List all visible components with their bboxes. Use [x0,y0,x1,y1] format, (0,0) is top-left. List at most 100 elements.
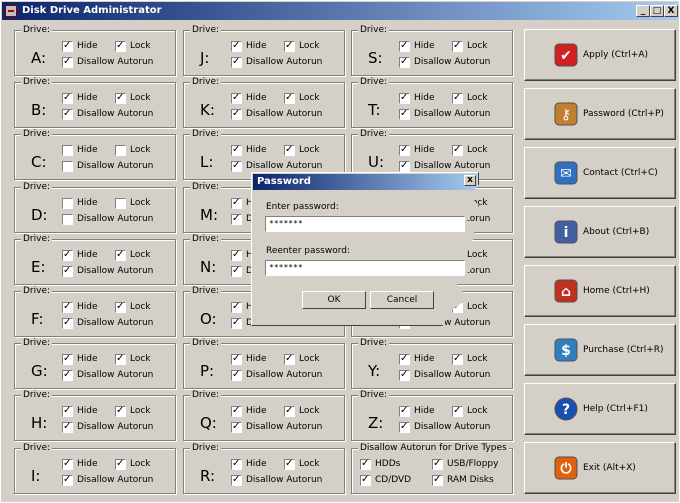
hide-checkbox[interactable] [231,249,242,261]
lock-checkbox[interactable] [284,92,295,104]
hide-label: Hide [77,302,98,312]
disallow-autorun-checkbox[interactable] [231,317,242,329]
drive-type-checkbox[interactable] [360,474,371,486]
cancel-button[interactable]: Cancel [370,291,434,309]
disallow-autorun-checkbox[interactable] [231,265,242,277]
hide-checkbox[interactable] [231,40,242,52]
hide-checkbox[interactable] [231,301,242,313]
reenter-password-input[interactable]: ******* [265,260,465,276]
hide-checkbox[interactable] [62,40,73,52]
lock-checkbox[interactable] [284,405,295,417]
lock-checkbox[interactable] [284,458,295,470]
lock-checkbox[interactable] [115,353,126,365]
disallow-autorun-checkbox[interactable] [399,369,410,381]
hide-checkbox[interactable] [62,92,73,104]
drive-group: Drive: D: Hide Lock Disallow Autorun [14,182,176,233]
hide-checkbox[interactable] [62,198,73,209]
disallow-autorun-checkbox[interactable] [62,108,73,120]
disallow-autorun-checkbox[interactable] [62,265,73,277]
hide-checkbox[interactable] [399,353,410,365]
drive-group: Drive: H: Hide Lock Disallow Autorun [14,390,176,441]
disallow-autorun-checkbox[interactable] [399,160,410,172]
disallow-autorun-checkbox[interactable] [231,160,242,172]
disallow-autorun-checkbox[interactable] [62,161,73,172]
lock-checkbox[interactable] [452,92,463,104]
disallow-autorun-checkbox[interactable] [231,213,242,225]
disallow-autorun-checkbox[interactable] [231,369,242,381]
hide-checkbox[interactable] [399,405,410,417]
drive-letter: P: [200,362,215,380]
about-button[interactable]: i About (Ctrl+B) [524,206,676,258]
hide-checkbox[interactable] [399,40,410,52]
hide-checkbox[interactable] [62,405,73,417]
hide-checkbox[interactable] [231,92,242,104]
hide-checkbox[interactable] [399,92,410,104]
lock-checkbox[interactable] [284,40,295,52]
hide-checkbox[interactable] [231,353,242,365]
hide-checkbox[interactable] [231,197,242,209]
exit-button[interactable]: ⏻ Exit (Alt+X) [524,442,676,494]
disallow-autorun-checkbox[interactable] [62,317,73,329]
drive-type-checkbox[interactable] [432,474,443,486]
lock-checkbox[interactable] [115,145,126,156]
disallow-autorun-checkbox[interactable] [231,474,242,486]
hide-checkbox[interactable] [62,145,73,156]
disallow-autorun-checkbox[interactable] [62,214,73,225]
keys-button[interactable]: ⚷ Password (Ctrl+P) [524,88,676,140]
hide-checkbox[interactable] [62,353,73,365]
home-button[interactable]: ⌂ Home (Ctrl+H) [524,265,676,317]
hide-checkbox[interactable] [62,458,73,470]
lock-checkbox[interactable] [115,458,126,470]
disallow-autorun-label: Disallow Autorun [414,57,491,67]
contact-button[interactable]: ✉ Contact (Ctrl+C) [524,147,676,199]
maximize-button[interactable]: □ [650,5,664,17]
title-bar[interactable]: Disk Drive Administrator _ □ X [2,2,678,20]
lock-checkbox[interactable] [452,405,463,417]
minimize-button[interactable]: _ [636,5,650,17]
dialog-title[interactable]: Password [253,174,477,190]
drive-letter: D: [31,206,48,224]
drive-letter: S: [368,49,383,67]
disallow-autorun-checkbox[interactable] [62,369,73,381]
drive-group-label: Drive: [190,390,222,401]
disallow-autorun-checkbox[interactable] [231,421,242,433]
drive-type-checkbox[interactable] [360,458,371,470]
disallow-autorun-checkbox[interactable] [399,56,410,68]
lock-checkbox[interactable] [115,198,126,209]
lock-checkbox[interactable] [115,92,126,104]
lock-checkbox[interactable] [115,301,126,313]
lock-label: Lock [467,354,488,364]
ok-button[interactable]: OK [302,291,366,309]
disallow-autorun-checkbox[interactable] [62,421,73,433]
drive-group-label: Drive: [190,182,222,193]
clipboard-check-button[interactable]: ✔ Apply (Ctrl+A) [524,29,676,81]
lock-checkbox[interactable] [115,40,126,52]
lock-checkbox[interactable] [452,353,463,365]
lock-checkbox[interactable] [115,405,126,417]
hide-checkbox[interactable] [231,144,242,156]
password-dialog: Password x Enter password: ******* Reent… [251,172,479,326]
lock-checkbox[interactable] [452,40,463,52]
disallow-autorun-checkbox[interactable] [231,108,242,120]
lock-checkbox[interactable] [452,144,463,156]
disallow-autorun-checkbox[interactable] [231,56,242,68]
disallow-autorun-checkbox[interactable] [62,56,73,68]
disallow-autorun-checkbox[interactable] [399,108,410,120]
disallow-autorun-checkbox[interactable] [399,421,410,433]
purchase-button[interactable]: $ Purchase (Ctrl+R) [524,324,676,376]
disallow-autorun-checkbox[interactable] [62,474,73,486]
hide-checkbox[interactable] [62,301,73,313]
enter-password-input[interactable]: ******* [265,216,465,232]
lock-checkbox[interactable] [115,249,126,261]
lock-checkbox[interactable] [284,353,295,365]
close-button[interactable]: X [664,5,678,17]
drive-type-checkbox[interactable] [432,458,443,470]
hide-checkbox[interactable] [399,144,410,156]
lock-checkbox[interactable] [284,144,295,156]
help-button[interactable]: ? Help (Ctrl+F1) [524,383,676,435]
hide-checkbox[interactable] [62,249,73,261]
hide-checkbox[interactable] [231,458,242,470]
hide-checkbox[interactable] [231,405,242,417]
drive-group: Drive: R: Hide Lock Disallow Autorun [183,443,345,494]
dialog-close-button[interactable]: x [464,175,476,186]
